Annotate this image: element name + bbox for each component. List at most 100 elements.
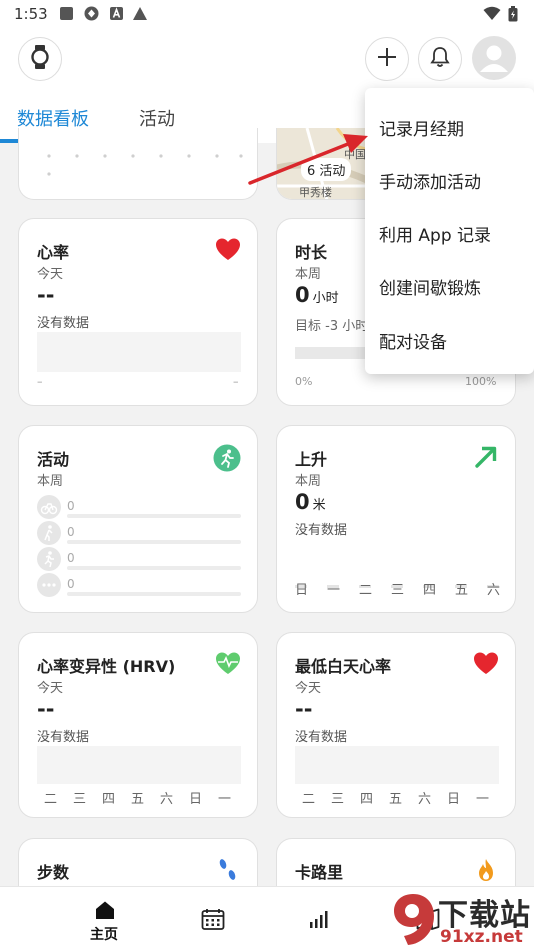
- watermark-url: 91xz.net: [440, 927, 523, 947]
- annotation-arrow: [248, 134, 368, 185]
- nav-stats[interactable]: [292, 889, 348, 947]
- activity-row-bar: [67, 592, 241, 596]
- duration-unit: 小时: [312, 291, 339, 306]
- activity-card[interactable]: 活动 本周 0 0 0 0: [18, 425, 258, 613]
- ascent-day-markers: [295, 573, 505, 588]
- day-label: 三: [391, 583, 405, 598]
- card-title: 时长: [295, 243, 328, 262]
- menu-item-record-with-app[interactable]: 利用 App 记录: [379, 221, 491, 246]
- sync-icon: [84, 6, 99, 21]
- nav-calendar[interactable]: [186, 889, 242, 947]
- dot-grid: [47, 154, 243, 176]
- watch-icon: [29, 45, 51, 73]
- nav-home-label: 主页: [90, 927, 118, 943]
- add-button[interactable]: [365, 37, 409, 81]
- day-label: 一: [476, 792, 490, 807]
- activity-row-value: 0: [67, 577, 75, 591]
- ascent-value: 0米: [295, 490, 326, 514]
- min-daytime-hr-card[interactable]: 最低白天心率 今天 -- 没有数据 二 三 四 五 六 日 一: [276, 632, 516, 818]
- a-badge-icon: [109, 6, 124, 21]
- ascent-unit: 米: [312, 498, 326, 513]
- day-label: 一: [327, 583, 341, 598]
- day-label: 四: [360, 792, 374, 807]
- triangle-icon: [132, 6, 147, 21]
- day-label: 一: [218, 792, 232, 807]
- duration-number: 0: [295, 283, 310, 307]
- day-label: 日: [447, 792, 461, 807]
- card-title: 卡路里: [295, 863, 344, 882]
- activity-row-value: 0: [67, 551, 75, 565]
- square-icon: [59, 6, 74, 21]
- battery-charging-icon: [508, 6, 518, 22]
- activity-row-value: 0: [67, 499, 75, 513]
- no-data-label: 没有数据: [37, 730, 90, 745]
- activity-row-bar: [67, 540, 241, 544]
- no-data-label: 没有数据: [295, 523, 348, 538]
- walker-icon: [37, 521, 61, 545]
- day-label: 二: [302, 792, 316, 807]
- wifi-icon: [483, 6, 501, 21]
- add-menu: 记录月经期 手动添加活动 利用 App 记录 创建间歇锻炼 配对设备: [365, 88, 534, 374]
- activity-row-value: 0: [67, 525, 75, 539]
- ascent-card[interactable]: 上升 本周 0米 没有数据 日 一 二 三 四 五 六: [276, 425, 516, 613]
- day-label: 四: [423, 583, 437, 598]
- day-label: 六: [160, 792, 174, 807]
- day-label: 五: [389, 792, 403, 807]
- more-dots-icon: [37, 573, 61, 597]
- card-period: 今天: [37, 267, 64, 282]
- duration-goal: 目标 -3 小时: [295, 319, 369, 334]
- card-title: 最低白天心率: [295, 657, 392, 676]
- axis-right-label: –: [233, 375, 239, 388]
- menu-item-add-manual-activity[interactable]: 手动添加活动: [379, 168, 481, 193]
- watermark: 下载站 91xz.net: [390, 890, 534, 948]
- card-title: 心率变异性 (HRV): [37, 657, 176, 676]
- day-label: 四: [102, 792, 116, 807]
- heart-rate-value: --: [37, 283, 55, 307]
- watch-button[interactable]: [18, 37, 62, 81]
- heart-pulse-icon: [215, 651, 241, 677]
- card-period: 今天: [295, 681, 322, 696]
- card-title: 步数: [37, 863, 70, 882]
- axis-left-label: –: [37, 375, 43, 388]
- notifications-button[interactable]: [418, 37, 462, 81]
- card-title: 上升: [295, 450, 328, 469]
- partial-card-left[interactable]: [18, 128, 258, 200]
- heart-rate-card[interactable]: 心率 今天 -- 没有数据 – –: [18, 218, 258, 406]
- status-time: 1:53: [14, 5, 48, 23]
- arrow-up-right-icon: [473, 444, 499, 470]
- menu-item-pair-device[interactable]: 配对设备: [379, 328, 447, 353]
- status-bar: 1:53: [0, 0, 534, 28]
- day-label: 日: [295, 583, 309, 598]
- card-title: 心率: [37, 243, 70, 262]
- min-hr-value: --: [295, 697, 313, 721]
- heart-icon: [473, 651, 499, 677]
- day-label: 六: [487, 583, 501, 598]
- axis-right-label: 100%: [465, 375, 497, 388]
- activity-row-bar: [67, 566, 241, 570]
- plus-icon: [377, 47, 397, 71]
- runner-small-icon: [37, 547, 61, 571]
- no-data-label: 没有数据: [37, 316, 90, 331]
- chart-placeholder: [295, 746, 499, 784]
- card-title: 活动: [37, 450, 70, 469]
- activity-row-bar: [67, 514, 241, 518]
- hrv-value: --: [37, 697, 55, 721]
- day-label: 日: [189, 792, 203, 807]
- nav-home[interactable]: 主页: [78, 889, 134, 947]
- profile-avatar[interactable]: [472, 36, 516, 80]
- day-label: 五: [131, 792, 145, 807]
- card-period: 本周: [295, 267, 322, 282]
- duration-value: 0 小时: [295, 283, 339, 307]
- bike-icon: [37, 495, 61, 519]
- card-period: 本周: [37, 474, 64, 489]
- hrv-card[interactable]: 心率变异性 (HRV) 今天 -- 没有数据 二 三 四 五 六 日 一: [18, 632, 258, 818]
- day-label: 三: [331, 792, 345, 807]
- axis-left-label: 0%: [295, 375, 313, 388]
- footsteps-icon: [215, 857, 241, 883]
- home-icon: [94, 900, 116, 924]
- heart-icon: [215, 237, 241, 263]
- menu-item-create-interval-workout[interactable]: 创建间歇锻炼: [379, 274, 481, 299]
- bar-chart-icon: [309, 910, 331, 932]
- calendar-icon: [201, 908, 225, 934]
- menu-item-log-period[interactable]: 记录月经期: [379, 115, 464, 140]
